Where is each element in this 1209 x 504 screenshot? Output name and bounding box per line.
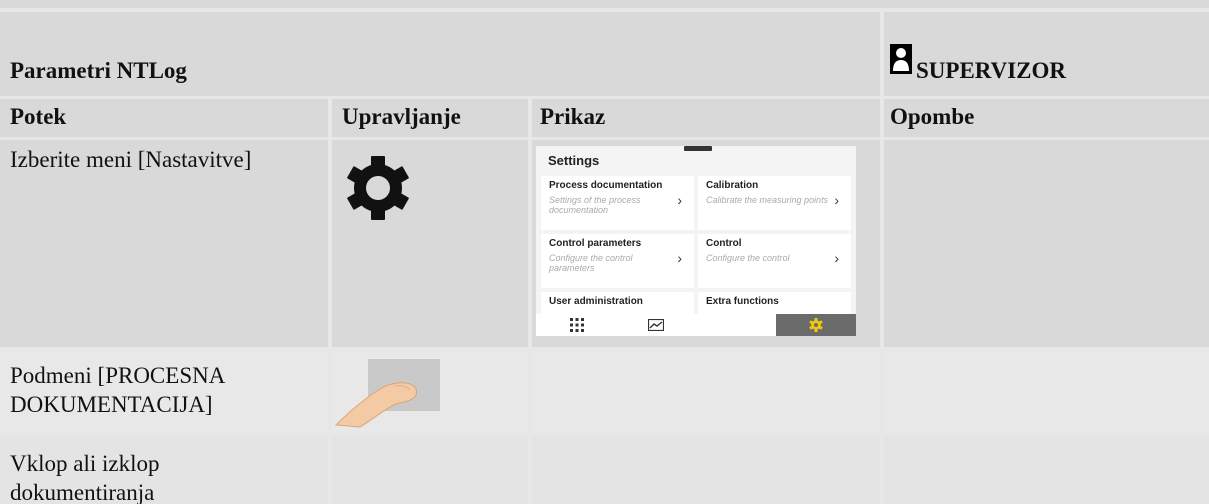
column-label: Prikaz (540, 104, 606, 129)
role-cell: SUPERVIZOR (884, 12, 1209, 96)
grid-icon[interactable] (570, 318, 584, 332)
table-row-2-control (332, 351, 528, 433)
gear-icon (809, 318, 823, 332)
nav-settings-active[interactable] (776, 314, 856, 336)
table-row-3-step: Vklop ali izklop dokumentiranja (0, 437, 328, 504)
table-row-1-notes (884, 140, 1209, 347)
settings-screen: Settings Process documentation Settings … (536, 146, 856, 336)
column-label: Potek (10, 104, 67, 129)
settings-title: Settings (548, 153, 600, 168)
col-header-potek: Potek (0, 99, 328, 137)
table-row-1-step: Izberite meni [Nastavitve] (0, 140, 328, 347)
step-text: Izberite meni [Nastavitve] (10, 147, 252, 172)
step-text: Podmeni [PROCESNA DOKUMENTACIJA] (10, 363, 225, 417)
tile-title: Calibration (706, 180, 759, 191)
tile-control[interactable]: Control Configure the control › (698, 234, 851, 288)
tile-subtitle: Settings of the process documentation (549, 195, 641, 215)
screen-tab-indicator (684, 146, 712, 151)
tile-subtitle: Configure the control parameters (549, 253, 633, 273)
top-strip (0, 0, 1209, 8)
table-row-1-control (332, 140, 528, 347)
table-row-3-notes (884, 437, 1209, 504)
title-cell: Parametri NTLog (0, 12, 880, 96)
tile-title: Control (706, 238, 742, 249)
chevron-right-icon: › (834, 192, 839, 208)
chart-icon[interactable] (648, 319, 664, 331)
bottom-navbar (536, 314, 856, 336)
document-page: Parametri NTLog SUPERVIZOR Potek Upravlj… (0, 0, 1209, 504)
chevron-right-icon: › (834, 250, 839, 266)
tile-user-administration[interactable]: User administration (541, 292, 694, 314)
table-row-3-display (532, 437, 880, 504)
finger-tap-icon (334, 359, 440, 428)
tile-title: Process documentation (549, 180, 663, 191)
table-row-2-notes (884, 351, 1209, 433)
tile-subtitle: Calibrate the measuring points (706, 195, 829, 205)
step-text: Vklop ali izklop dokumentiranja (10, 451, 160, 504)
table-row-3-control (332, 437, 528, 504)
table-row-2-display (532, 351, 880, 433)
tile-title: Extra functions (706, 296, 779, 307)
column-label: Opombe (890, 104, 975, 129)
gear-icon (347, 156, 409, 220)
tile-extra-functions[interactable]: Extra functions (698, 292, 851, 314)
col-header-prikaz: Prikaz (532, 99, 880, 137)
page-title: Parametri NTLog (10, 58, 187, 83)
tile-title: Control parameters (549, 238, 642, 249)
chevron-right-icon: › (677, 250, 682, 266)
chevron-right-icon: › (677, 192, 682, 208)
tile-subtitle: Configure the control (706, 253, 790, 263)
tile-title: User administration (549, 296, 643, 307)
column-label: Upravljanje (342, 104, 461, 129)
table-row-2-step: Podmeni [PROCESNA DOKUMENTACIJA] (0, 351, 328, 433)
col-header-upravljanje: Upravljanje (332, 99, 528, 137)
col-header-opombe: Opombe (884, 99, 1209, 137)
user-icon (890, 44, 912, 74)
tile-process-documentation[interactable]: Process documentation Settings of the pr… (541, 176, 694, 230)
role-label: SUPERVIZOR (916, 58, 1066, 83)
tile-control-parameters[interactable]: Control parameters Configure the control… (541, 234, 694, 288)
tile-calibration[interactable]: Calibration Calibrate the measuring poin… (698, 176, 851, 230)
